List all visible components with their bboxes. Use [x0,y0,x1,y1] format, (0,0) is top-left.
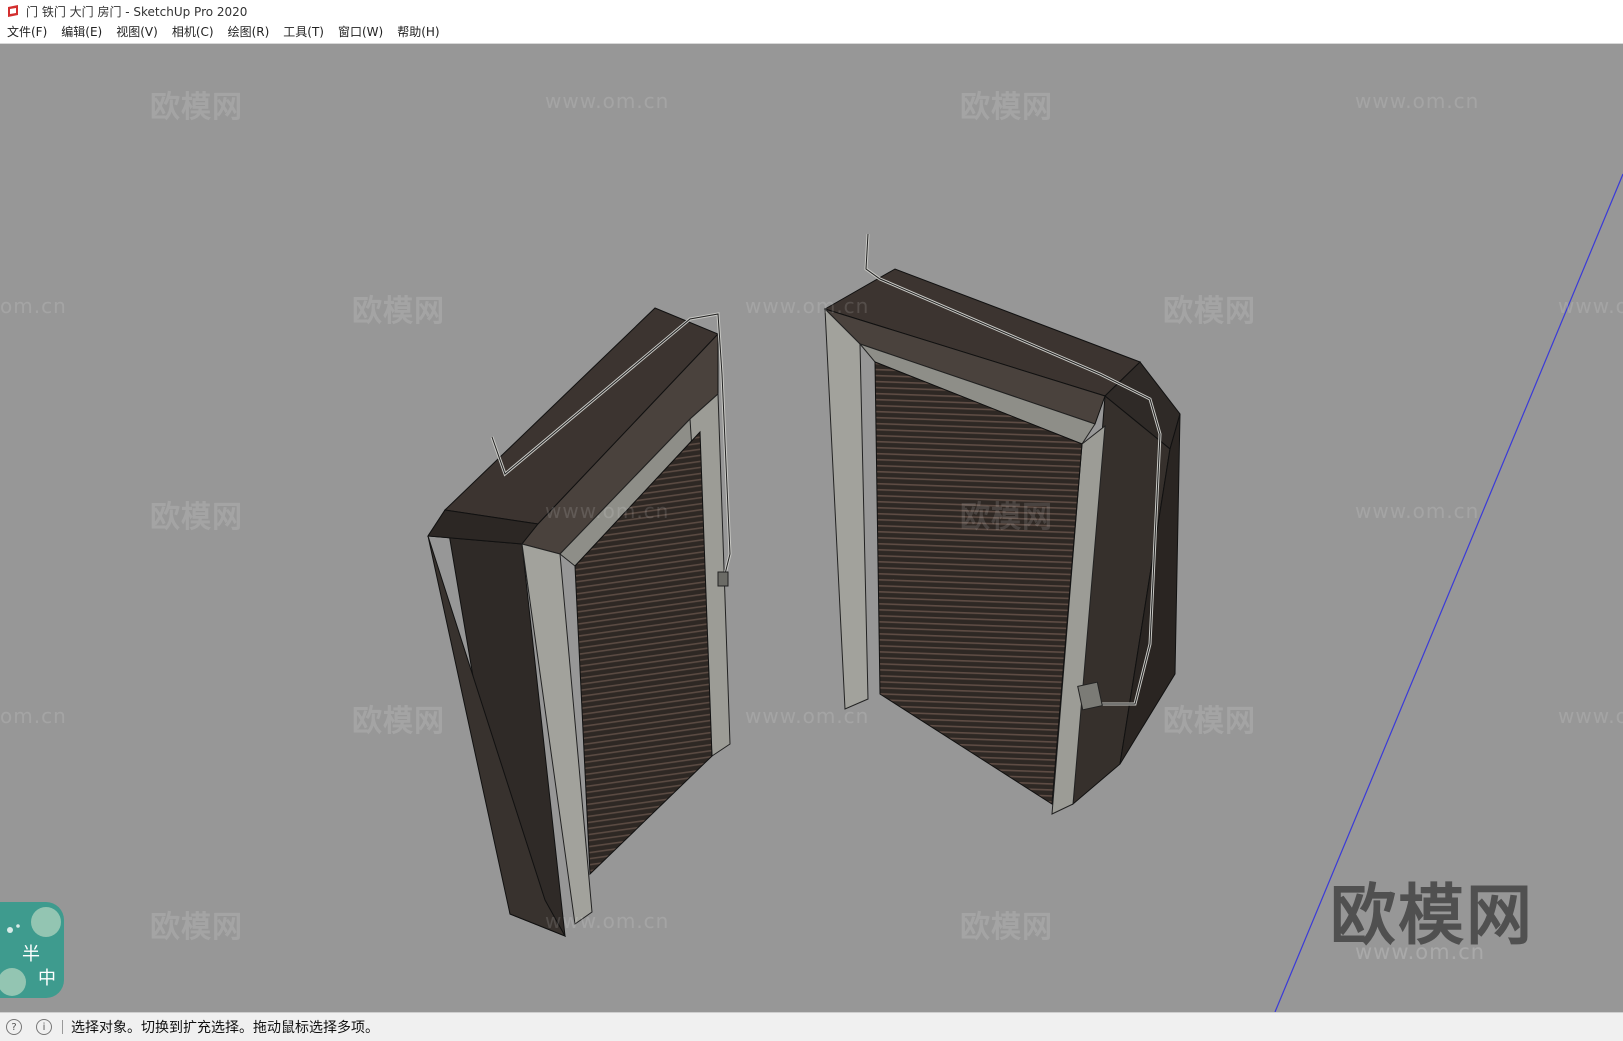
menu-help[interactable]: 帮助(H) [390,22,446,43]
badge-char-1: 半 [22,944,40,965]
status-bar: ? i 选择对象。切换到扩充选择。拖动鼠标选择多项。 [0,1012,1623,1041]
menu-window[interactable]: 窗口(W) [331,22,390,43]
info-icon[interactable]: i [36,1019,52,1035]
menu-view[interactable]: 视图(V) [109,22,165,43]
globe-icon[interactable]: ? [6,1019,22,1035]
status-divider [62,1020,63,1034]
menu-file[interactable]: 文件(F) [0,22,54,43]
menu-bar: 文件(F) 编辑(E) 视图(V) 相机(C) 绘图(R) 工具(T) 窗口(W… [0,22,1623,44]
status-message: 选择对象。切换到扩充选择。拖动鼠标选择多项。 [71,1020,379,1036]
sketchup-logo-icon [8,5,18,17]
right-door-model[interactable] [823,233,1181,815]
watermark-large-url: www.om.cn [1355,940,1486,964]
badge-char-2: 中 [38,968,56,989]
window-title: 门 铁门 大门 房门 - SketchUp Pro 2020 [26,4,248,19]
menu-tools[interactable]: 工具(T) [276,22,331,43]
menu-draw[interactable]: 绘图(R) [221,22,277,43]
title-bar: 门 铁门 大门 房门 - SketchUp Pro 2020 [0,0,1623,22]
left-door-model[interactable] [427,307,732,937]
floating-badge[interactable]: 半 中 [0,902,64,998]
menu-edit[interactable]: 编辑(E) [54,22,109,43]
menu-camera[interactable]: 相机(C) [165,22,221,43]
model-viewport[interactable]: 欧模网 www.om.cn 欧模网 www.om.cn om.cn 欧模网 ww… [0,44,1623,1012]
